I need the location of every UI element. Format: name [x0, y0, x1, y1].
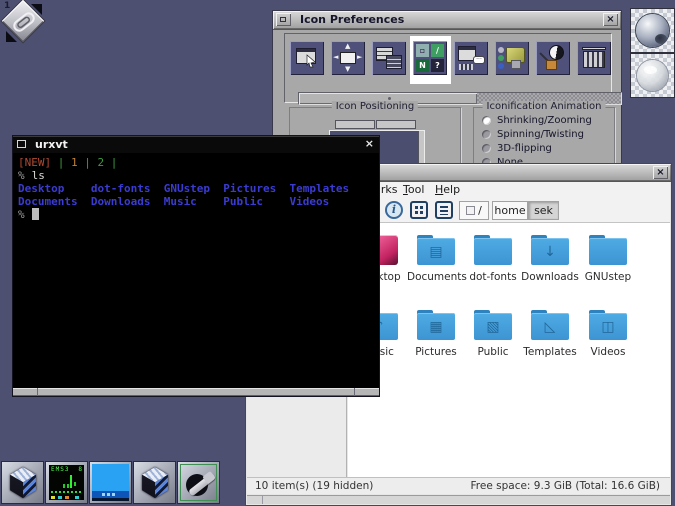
wprefs-section-strip: ▲ ▼ ◄ ► ▫ ∕ N ? ··· [284, 33, 622, 105]
workspace-icon [577, 41, 611, 75]
menu-help[interactable]: Help [435, 183, 460, 196]
prompt-line: % [18, 208, 379, 221]
path-root-button[interactable]: / [459, 201, 489, 220]
tab-window-handling[interactable]: ··· [451, 36, 492, 84]
tab-menu-preferences[interactable] [369, 36, 410, 84]
folder-pictures[interactable]: ▦ Pictures [407, 310, 465, 358]
command-line: % ls [18, 169, 45, 182]
group-label: Icon Positioning [331, 101, 419, 112]
dock-icon-gnustep-cube-2[interactable] [133, 461, 176, 504]
wmaker-sphere-icon [636, 14, 669, 47]
dock-icon-wmaker[interactable] [630, 8, 675, 53]
item-count: 10 item(s) (19 hidden) [255, 480, 374, 492]
folder-icon: ▧ [474, 310, 512, 340]
group-label: Iconification Animation [482, 101, 606, 112]
desktop: Icon Preferences × ▲ ▼ ◄ ► ▫ ∕ N ? ··· I… [0, 0, 675, 506]
miniaturize-button[interactable] [276, 13, 291, 26]
icon-view-button[interactable] [410, 201, 429, 220]
dock-icon-configure[interactable] [177, 461, 220, 504]
terminal-titlebar[interactable]: urxvt × [13, 136, 379, 153]
workspace-number: 1 [4, 1, 11, 11]
tab-window-focus[interactable] [287, 36, 328, 84]
path-home-button[interactable]: home [492, 201, 528, 220]
folder-gnustep[interactable]: GNUstep [579, 235, 637, 283]
folder-videos[interactable]: ◫ Videos [579, 310, 637, 358]
status-bar: 10 item(s) (19 hidden) Free space: 9.3 G… [247, 477, 670, 494]
dock-icon-system-monitor[interactable]: EMS3 8 [45, 461, 88, 504]
ghost-sphere-icon [637, 60, 668, 91]
menu-preferences-icon [372, 41, 406, 75]
folder-icon [589, 235, 627, 265]
grid-view-icon [410, 201, 428, 219]
window-placement-icon: ▲ ▼ ◄ ► [331, 41, 365, 75]
dock-icon-blue-app[interactable] [89, 461, 132, 504]
folder-icon: ◫ [589, 310, 627, 340]
radio-spinning-twisting[interactable]: Spinning/Twisting [482, 128, 584, 140]
tab-window-placement[interactable]: ▲ ▼ ◄ ► [328, 36, 369, 84]
blue-screen-icon [92, 464, 129, 501]
close-button[interactable]: × [603, 13, 618, 26]
free-space: Free space: 9.3 GiB (Total: 16.6 GiB) [470, 480, 661, 492]
info-icon: i [385, 201, 403, 219]
terminal-content[interactable]: [NEW] | 1 | 2 | % ls Desktop dot-fonts GN… [13, 153, 379, 390]
tab-appearance[interactable] [533, 36, 574, 84]
tab-search-path[interactable] [492, 36, 533, 84]
folder-icon: ↓ [531, 235, 569, 265]
paperclip-icon [13, 12, 35, 32]
menu-tool[interactable]: Tool [403, 183, 424, 196]
wprefs-titlebar[interactable]: Icon Preferences × [273, 11, 621, 29]
resize-bar[interactable] [13, 388, 379, 396]
text-cursor [31, 208, 39, 220]
close-button[interactable]: × [365, 137, 374, 150]
system-monitor-icon: EMS3 8 [49, 465, 84, 500]
folder-icon: ◺ [531, 310, 569, 340]
position-top-left-button[interactable] [335, 120, 375, 129]
appearance-icon [536, 41, 570, 75]
tab-workspace[interactable] [574, 36, 615, 84]
tab-bar[interactable]: [NEW] | 1 | 2 | [18, 156, 379, 169]
radio-icon [482, 129, 491, 139]
cube-icon [6, 465, 40, 501]
workspace-clip[interactable]: 1 [0, 0, 48, 48]
miniaturize-button[interactable] [17, 140, 26, 148]
radio-shrinking-zooming[interactable]: Shrinking/Zooming [482, 114, 592, 126]
cube-icon [138, 465, 172, 501]
close-button[interactable]: × [653, 166, 668, 179]
folder-dot-fonts[interactable]: dot-fonts [464, 235, 522, 283]
dock-icon-gnustep-cube-1[interactable] [1, 461, 44, 504]
search-path-icon [495, 41, 529, 75]
ls-output-line1: Desktop dot-fonts GNUstep Pictures Templ… [18, 182, 350, 195]
tab-icon-preferences[interactable]: ▫ ∕ N ? [410, 36, 451, 84]
window-handling-icon: ··· [454, 41, 488, 75]
miniaturize-icon [280, 16, 286, 22]
window-title: urxvt [35, 138, 68, 151]
screwdriver-icon [180, 464, 217, 501]
horizontal-scrollbar[interactable] [247, 495, 670, 504]
radio-3d-flipping[interactable]: 3D-flipping [482, 142, 552, 154]
folder-public[interactable]: ▧ Public [464, 310, 522, 358]
drive-icon [466, 206, 476, 215]
folder-downloads[interactable]: ↓ Downloads [521, 235, 579, 283]
folder-icon: ▦ [417, 310, 455, 340]
folder-icon: ▤ [417, 235, 455, 265]
radio-icon [482, 143, 491, 153]
path-user-button[interactable]: sek [528, 201, 559, 220]
window-focus-icon [290, 41, 324, 75]
window-title: Icon Preferences [300, 13, 405, 26]
list-view-icon [435, 201, 453, 219]
ls-output-line2: Documents Downloads Music Public Videos [18, 195, 330, 208]
folder-icon [474, 235, 512, 265]
iconification-animation-group: Iconification Animation Shrinking/Zoomin… [473, 101, 615, 168]
position-top-right-button[interactable] [376, 120, 416, 129]
icon-preferences-icon: ▫ ∕ N ? [413, 41, 447, 75]
info-button[interactable]: i [385, 201, 404, 220]
list-view-button[interactable] [435, 201, 454, 220]
folder-documents[interactable]: ▤ Documents [407, 235, 467, 283]
radio-icon [482, 115, 491, 125]
folder-templates[interactable]: ◺ Templates [521, 310, 579, 358]
dock-icon-ghost-sphere[interactable] [630, 53, 675, 98]
terminal-window: urxvt × [NEW] | 1 | 2 | % ls Desktop dot-… [12, 135, 380, 397]
